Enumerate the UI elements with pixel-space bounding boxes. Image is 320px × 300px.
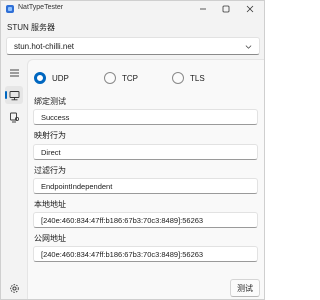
test-button[interactable]: 测试	[230, 279, 260, 297]
radio-indicator	[104, 72, 116, 84]
stun-server-label: STUN 服务器	[7, 23, 55, 32]
radio-udp[interactable]: UDP	[34, 72, 69, 84]
filtering-behavior-field[interactable]: EndpointIndependent	[33, 178, 258, 194]
local-address-field[interactable]: [240e:460:834:47ff:b186:67b3:70c3:8489]:…	[33, 212, 258, 228]
binding-test-field[interactable]: Success	[33, 109, 258, 125]
mapping-behavior-field[interactable]: Direct	[33, 144, 258, 160]
local-address-value: [240e:460:834:47ff:b186:67b3:70c3:8489]:…	[41, 215, 204, 225]
nav-item-rfc3489[interactable]	[5, 108, 23, 126]
results-panel: UDP TCP TLS 绑定测试 Success 映射行为 Direct 过滤行…	[27, 59, 264, 299]
public-address-value: [240e:460:834:47ff:b186:67b3:70c3:8489]:…	[41, 249, 204, 259]
public-address-field[interactable]: [240e:460:834:47ff:b186:67b3:70c3:8489]:…	[33, 246, 258, 262]
monitor-network-icon	[9, 90, 19, 100]
nav-item-settings[interactable]	[5, 279, 23, 297]
radio-indicator	[172, 72, 184, 84]
stun-server-value: stun.hot-chilli.net	[14, 41, 75, 51]
radio-tls-label: TLS	[190, 73, 205, 83]
close-icon[interactable]	[241, 1, 259, 17]
minimize-icon[interactable]	[194, 1, 212, 17]
local-address-label: 本地地址	[34, 200, 66, 209]
binding-test-value: Success	[41, 112, 70, 122]
radio-tcp[interactable]: TCP	[104, 72, 138, 84]
nav-item-rfc5780[interactable]	[5, 86, 23, 104]
radio-selected-indicator	[34, 72, 46, 84]
filtering-behavior-label: 过滤行为	[34, 166, 66, 175]
stun-server-combobox[interactable]: stun.hot-chilli.net	[6, 37, 260, 55]
nav-menu-toggle[interactable]	[5, 64, 23, 82]
window-title: NatTypeTester	[18, 4, 64, 11]
filtering-behavior-value: EndpointIndependent	[41, 181, 113, 191]
radio-tcp-label: TCP	[122, 73, 138, 83]
public-address-label: 公网地址	[34, 234, 66, 243]
radio-udp-label: UDP	[52, 73, 69, 83]
chevron-down-icon[interactable]	[245, 43, 252, 50]
title-bar[interactable]: NatTypeTester	[1, 1, 264, 17]
app-logo-icon	[6, 5, 14, 13]
hamburger-menu-icon	[9, 69, 19, 77]
binding-test-label: 绑定测试	[34, 97, 66, 106]
navigation-sidebar	[1, 59, 27, 299]
desktop-user-icon	[9, 112, 19, 122]
gear-icon	[9, 283, 19, 293]
protocol-radio-group: UDP TCP TLS	[34, 72, 259, 86]
mapping-behavior-label: 映射行为	[34, 131, 66, 140]
radio-tls[interactable]: TLS	[172, 72, 205, 84]
maximize-icon[interactable]	[217, 1, 235, 17]
app-window: NatTypeTester STUN 服务器 stun.hot-chilli.n…	[0, 0, 265, 300]
mapping-behavior-value: Direct	[41, 147, 61, 157]
